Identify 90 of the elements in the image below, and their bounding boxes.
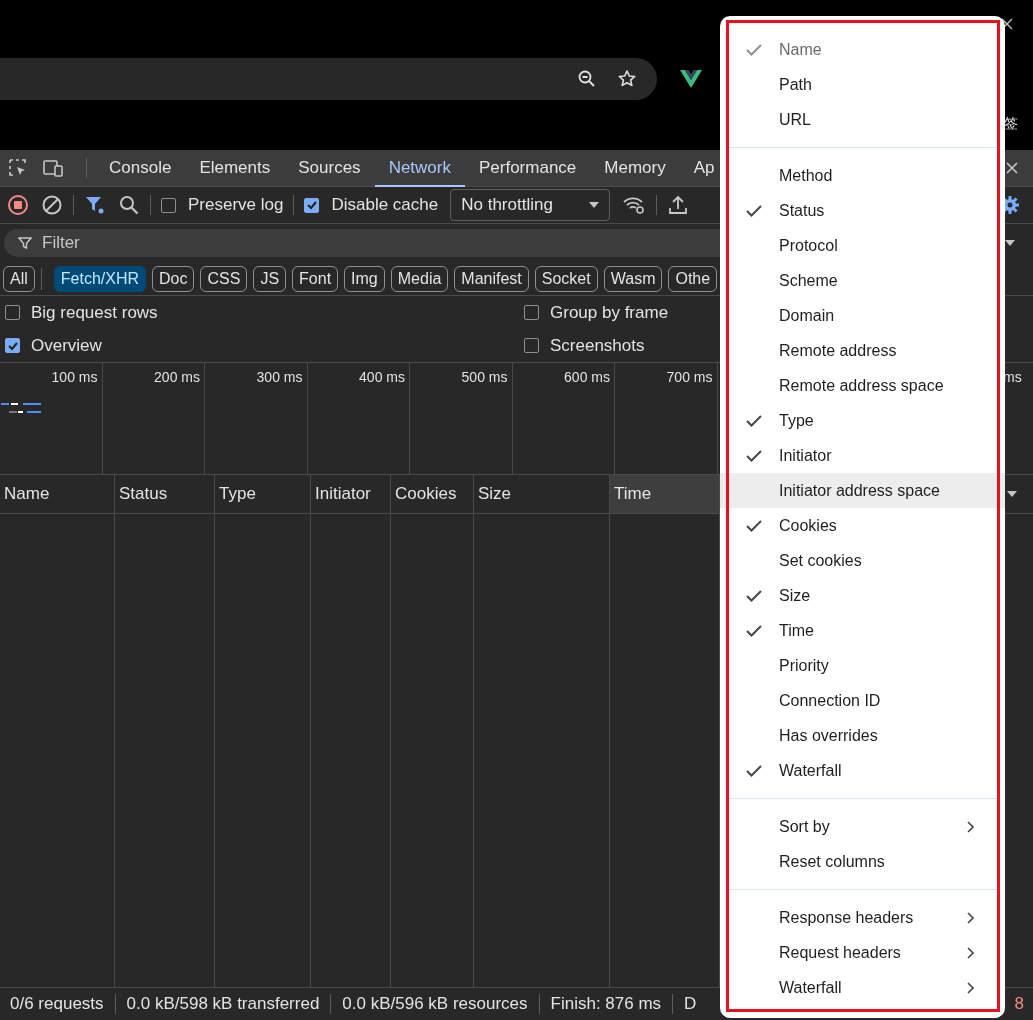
device-icon[interactable] — [42, 158, 64, 178]
option-label: Screenshots — [550, 335, 645, 356]
column-header[interactable]: Name — [0, 475, 115, 513]
menu-item[interactable]: Remote address — [720, 333, 1005, 368]
search-icon[interactable] — [118, 194, 140, 216]
menu-item[interactable]: Initiator address space — [720, 473, 1005, 508]
v-logo-icon[interactable] — [680, 70, 702, 88]
menu-item[interactable]: Path — [720, 67, 1005, 102]
panel-tab[interactable]: Sources — [284, 151, 375, 187]
upload-icon[interactable] — [667, 194, 690, 216]
checkbox[interactable] — [5, 305, 20, 320]
time-tick: 400 ms — [359, 369, 405, 385]
menu-item[interactable]: Scheme — [720, 263, 1005, 298]
column-header[interactable]: Cookies — [391, 475, 474, 513]
status-text: 0/6 requests — [10, 994, 104, 1014]
status-text: Finish: 876 ms — [550, 994, 662, 1014]
checkbox[interactable] — [304, 197, 320, 213]
panel-tab[interactable]: Performance — [465, 151, 591, 187]
close-icon[interactable] — [1005, 161, 1019, 175]
menu-item[interactable]: Time — [720, 613, 1005, 648]
caret-icon[interactable] — [1005, 240, 1015, 246]
type-filter-chip[interactable]: Font — [292, 265, 339, 292]
type-filter-chip[interactable]: CSS — [200, 265, 248, 292]
throttling-dropdown[interactable]: No throttling — [450, 189, 611, 221]
caret-icon[interactable] — [1007, 491, 1017, 497]
menu-item[interactable]: Priority — [720, 648, 1005, 683]
inspect-icon[interactable] — [8, 158, 28, 178]
menu-item[interactable]: Sort by — [720, 809, 1005, 844]
menu-item[interactable]: Status — [720, 193, 1005, 228]
zoom-out-icon[interactable] — [577, 69, 597, 89]
label-fragment: 签 — [1004, 115, 1018, 133]
menu-item[interactable]: Has overrides — [720, 718, 1005, 753]
time-tick: 600 ms — [564, 369, 610, 385]
menu-item[interactable]: Response headers — [720, 900, 1005, 935]
type-filter-chip[interactable]: Fetch/XHR — [53, 265, 147, 292]
time-tick: 300 ms — [256, 369, 303, 385]
menu-item[interactable]: Cookies — [720, 508, 1005, 543]
option-label: Overview — [31, 335, 102, 356]
type-filter-chip[interactable]: Manifest — [454, 265, 529, 292]
stop-recording-icon[interactable] — [7, 194, 29, 216]
disable-cache-label: Disable cache — [331, 195, 439, 215]
menu-item[interactable]: Waterfall — [720, 753, 1005, 788]
checkbox[interactable] — [5, 338, 20, 353]
caret-icon — [589, 202, 600, 208]
status-text: D — [684, 994, 697, 1014]
status-text: 0.0 kB/598 kB transferred — [126, 994, 320, 1014]
menu-item[interactable]: Connection ID — [720, 683, 1005, 718]
menu-item[interactable]: Request headers — [720, 935, 1005, 970]
type-filter-chip[interactable]: Img — [344, 265, 385, 292]
time-tick: 100 ms — [51, 369, 98, 385]
status-text: 8 — [1014, 994, 1024, 1014]
type-filter-chip[interactable]: Socket — [534, 265, 598, 292]
star-icon[interactable] — [617, 69, 637, 89]
filter-icon[interactable] — [84, 194, 106, 216]
panel-tab[interactable]: Elements — [185, 151, 285, 187]
type-filter-chip[interactable]: Media — [390, 265, 449, 292]
time-tick: 500 ms — [461, 369, 508, 385]
column-header[interactable]: Initiator — [311, 475, 391, 513]
type-filter-chip[interactable]: All — [3, 265, 35, 292]
type-filter-chip[interactable]: Doc — [152, 265, 195, 292]
filter-icon — [18, 236, 32, 250]
checkbox[interactable] — [524, 305, 539, 320]
panel-tab[interactable]: Network — [374, 151, 465, 187]
menu-item[interactable]: Size — [720, 578, 1005, 613]
preserve-log-label: Preserve log — [188, 195, 284, 215]
menu-item[interactable]: Waterfall — [720, 970, 1005, 1005]
type-filter-chip[interactable]: Othe — [668, 265, 718, 292]
type-filter-chip[interactable]: Wasm — [603, 265, 663, 292]
menu-item[interactable]: URL — [720, 102, 1005, 137]
menu-item[interactable]: Set cookies — [720, 543, 1005, 578]
checkbox[interactable] — [524, 338, 539, 353]
panel-tab[interactable]: Memory — [590, 151, 680, 187]
status-text: 0.0 kB/596 kB resources — [342, 994, 528, 1014]
option-label: Group by frame — [550, 302, 669, 323]
menu-item[interactable]: Reset columns — [720, 844, 1005, 879]
menu-item[interactable]: Initiator — [720, 438, 1005, 473]
column-header[interactable]: Time — [610, 475, 720, 513]
checkbox[interactable] — [161, 197, 176, 213]
time-tick: 200 ms — [154, 369, 200, 385]
type-filter-chip[interactable]: JS — [253, 265, 287, 292]
request-bars-drawing — [1, 403, 41, 415]
column-header[interactable]: Status — [115, 475, 215, 513]
menu-item[interactable]: Domain — [720, 298, 1005, 333]
time-tick: 700 ms — [666, 369, 713, 385]
menu-item[interactable]: Type — [720, 403, 1005, 438]
option-label: Big request rows — [31, 302, 158, 323]
menu-item[interactable]: Remote address space — [720, 368, 1005, 403]
panel-tab[interactable]: Console — [95, 151, 186, 187]
column-header[interactable]: Type — [215, 475, 311, 513]
clear-icon[interactable] — [41, 194, 63, 216]
